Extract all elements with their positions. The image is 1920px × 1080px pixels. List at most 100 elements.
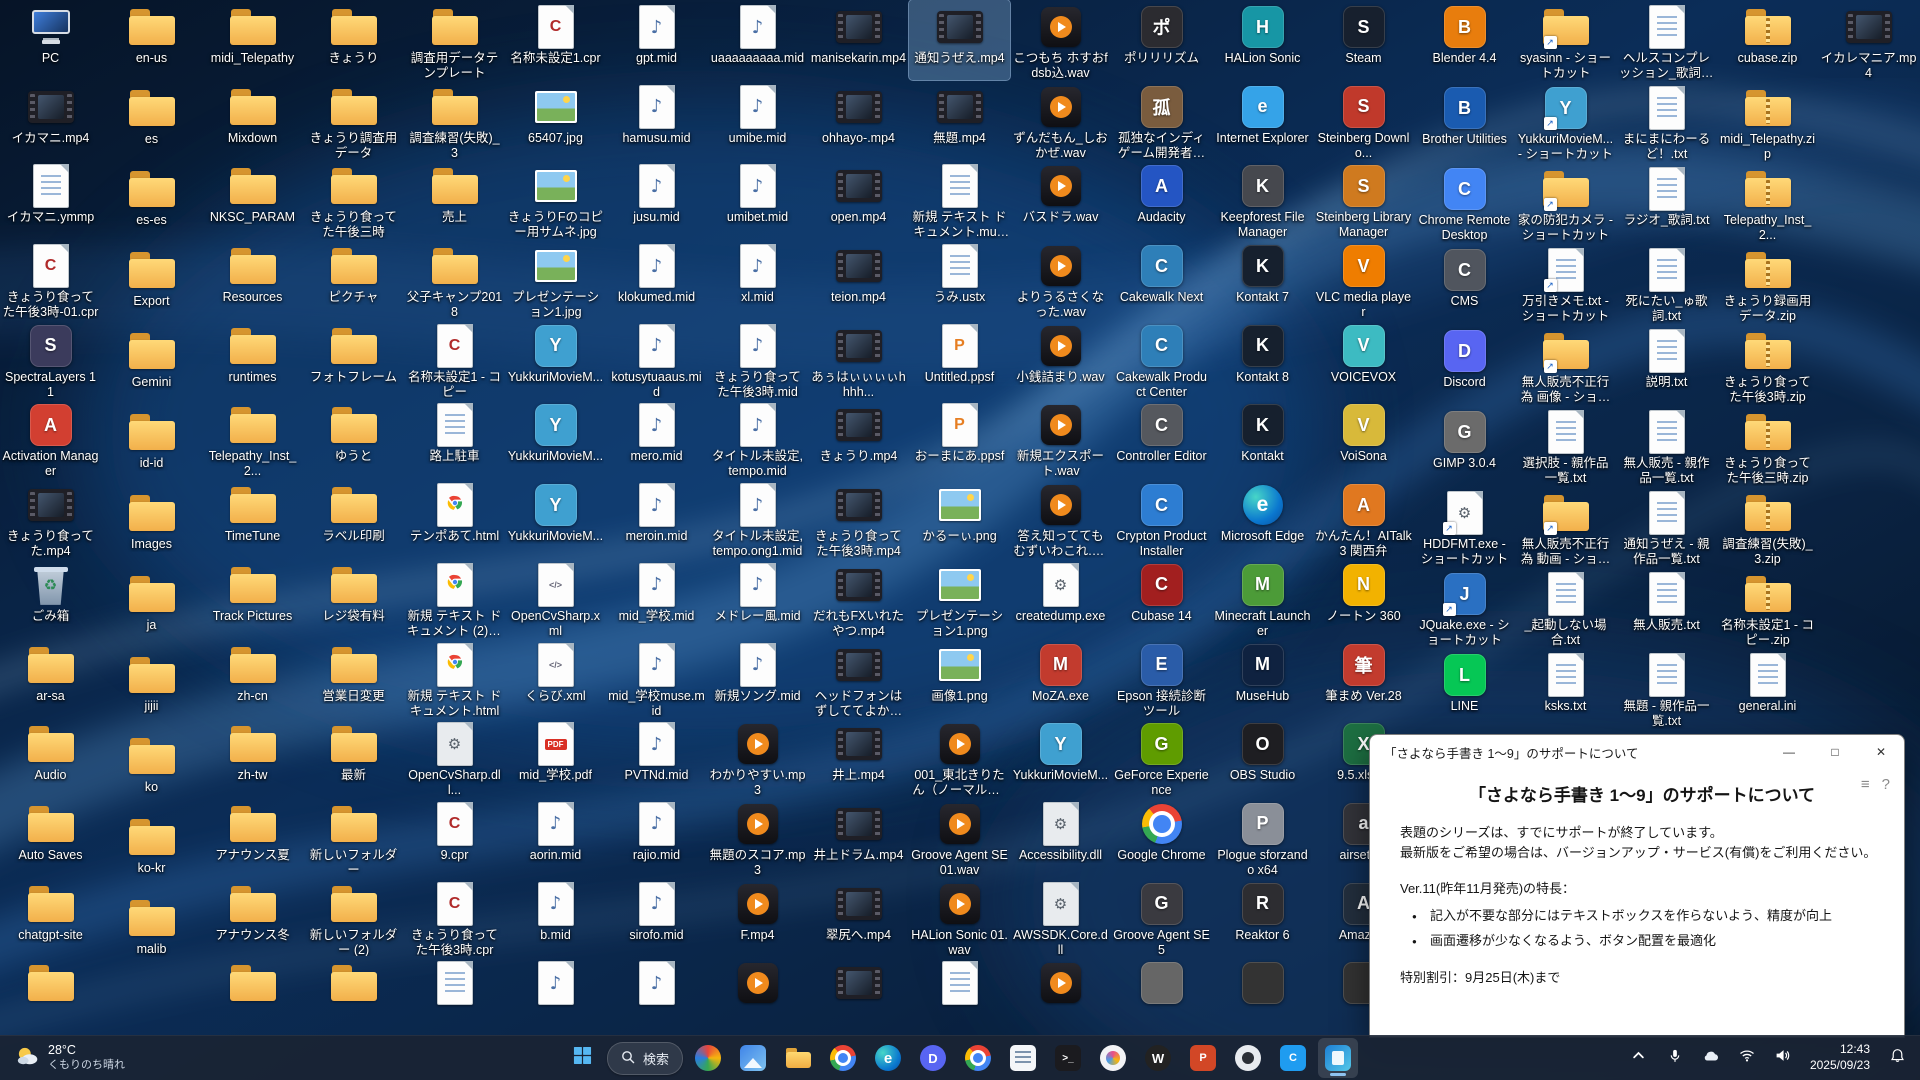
desktop-icon[interactable]: ♪gpt.mid bbox=[606, 0, 707, 80]
desktop-icon[interactable]: ko bbox=[101, 729, 202, 810]
desktop-icon[interactable] bbox=[707, 956, 808, 1036]
desktop-icon[interactable]: zh-cn bbox=[202, 638, 303, 718]
desktop-icon[interactable]: RReaktor 6 bbox=[1212, 877, 1313, 957]
desktop-icon[interactable]: chatgpt-site bbox=[0, 877, 101, 957]
desktop-icon[interactable]: きょうり食ってた午後三時.zip bbox=[1717, 405, 1818, 486]
desktop-icon[interactable]: jijii bbox=[101, 648, 202, 729]
desktop-icon[interactable]: KKontakt 7 bbox=[1212, 239, 1313, 319]
desktop-icon[interactable]: Gemini bbox=[101, 324, 202, 405]
desktop-icon[interactable]: TimeTune bbox=[202, 478, 303, 558]
desktop-icon[interactable] bbox=[909, 956, 1010, 1036]
desktop-icon[interactable]: BBrother Utilities bbox=[1414, 81, 1515, 162]
desktop-icon[interactable]: きょうりFのコピー用サムネ.jpg bbox=[505, 159, 606, 239]
desktop-icon[interactable]: あぅはぃぃぃぃhhhh... bbox=[808, 319, 909, 399]
desktop-icon[interactable]: MMoZA.exe bbox=[1010, 638, 1111, 718]
desktop-icon[interactable]: うみ.ustx bbox=[909, 239, 1010, 319]
desktop-icon[interactable]: PUntitled.ppsf bbox=[909, 319, 1010, 399]
desktop-icon[interactable]: NKSC_PARAM bbox=[202, 159, 303, 239]
taskbar-app-obs[interactable] bbox=[1228, 1038, 1268, 1078]
taskbar-app-dark-app[interactable]: W bbox=[1138, 1038, 1178, 1078]
desktop-icon[interactable]: eInternet Explorer bbox=[1212, 80, 1313, 160]
desktop-icon[interactable]: 答え知っててもむずいわこれ.wav bbox=[1010, 478, 1111, 558]
desktop-icon[interactable]: ♪aorin.mid bbox=[505, 797, 606, 877]
desktop-icon[interactable]: GGroove Agent SE 5 bbox=[1111, 877, 1212, 957]
desktop-icon[interactable]: C名称未設定1 - コピー bbox=[404, 319, 505, 399]
desktop-icon[interactable] bbox=[404, 956, 505, 1036]
desktop-icon[interactable]: HALion Sonic 01.wav bbox=[909, 877, 1010, 957]
desktop-icon[interactable]: C9.cpr bbox=[404, 797, 505, 877]
desktop-icon[interactable]: ⚙AWSSDK.Core.dll bbox=[1010, 877, 1111, 957]
desktop-icon[interactable]: CCrypton Product Installer bbox=[1111, 478, 1212, 558]
desktop-icon[interactable]: ♪jusu.mid bbox=[606, 159, 707, 239]
desktop-icon[interactable]: きょうり調査用データ bbox=[303, 80, 404, 160]
desktop-icon[interactable]: かるーぃ.png bbox=[909, 478, 1010, 558]
desktop-icon[interactable]: ラジオ_歌詞.txt bbox=[1616, 162, 1717, 243]
desktop-icon[interactable]: プレゼンテーション1.jpg bbox=[505, 239, 606, 319]
desktop-icon[interactable]: Resources bbox=[202, 239, 303, 319]
help-icon[interactable]: ? bbox=[1882, 773, 1890, 796]
desktop-icon[interactable]: _起動しない場合.txt bbox=[1515, 567, 1616, 648]
desktop-icon[interactable]: ♪タイトル未設定, tempo.mid bbox=[707, 398, 808, 478]
desktop-icon[interactable]: </>OpenCvSharp.xml bbox=[505, 558, 606, 638]
dialog-titlebar[interactable]: 「さよなら手書き 1～9」のサポートについて — □ ✕ bbox=[1370, 735, 1904, 769]
desktop-icon[interactable]: 無人販売.txt bbox=[1616, 567, 1717, 648]
desktop-icon[interactable]: 無人販売 - 親作品一覧.txt bbox=[1616, 405, 1717, 486]
desktop-icon[interactable]: ラベル印刷 bbox=[303, 478, 404, 558]
desktop-icon[interactable]: プレゼンテーション1.png bbox=[909, 558, 1010, 638]
taskbar-app-powerpoint[interactable]: P bbox=[1183, 1038, 1223, 1078]
desktop-icon[interactable]: よりうるさくなった.wav bbox=[1010, 239, 1111, 319]
desktop-icon[interactable]: 説明.txt bbox=[1616, 324, 1717, 405]
desktop-icon[interactable]: ⚙OpenCvSharp.dll... bbox=[404, 717, 505, 797]
taskbar-app-help-viewer[interactable] bbox=[1318, 1038, 1358, 1078]
desktop-icon[interactable]: GGeForce Experience bbox=[1111, 717, 1212, 797]
taskbar-app-browser[interactable] bbox=[958, 1038, 998, 1078]
desktop-icon[interactable]: 筆筆まめ Ver.28 bbox=[1313, 638, 1414, 718]
desktop-icon[interactable]: Pおーまにあ.ppsf bbox=[909, 398, 1010, 478]
desktop-icon[interactable]: ♪meroin.mid bbox=[606, 478, 707, 558]
desktop-icon[interactable]: ♪新規ソング.mid bbox=[707, 638, 808, 718]
mic-button[interactable] bbox=[1658, 1040, 1692, 1076]
desktop-icon[interactable]: ヘルスコンプレッション_歌詞.txt bbox=[1616, 0, 1717, 81]
desktop-icon[interactable]: ⚙↗HDDFMT.exe - ショートカット bbox=[1414, 486, 1515, 567]
desktop-icon[interactable]: ♪タイトル未設定, tempo.ong1.mid bbox=[707, 478, 808, 558]
desktop-icon[interactable]: まにまにわーるど！.txt bbox=[1616, 81, 1717, 162]
desktop-icon[interactable]: PC bbox=[0, 0, 101, 80]
desktop-icon[interactable]: ♪メドレー風.mid bbox=[707, 558, 808, 638]
desktop-icon[interactable]: 死にたい_ゅ歌詞.txt bbox=[1616, 243, 1717, 324]
taskbar-app-copilot[interactable] bbox=[688, 1038, 728, 1078]
desktop-icon[interactable]: Mixdown bbox=[202, 80, 303, 160]
desktop-icon[interactable]: ♪mid_学校muse.mid bbox=[606, 638, 707, 718]
desktop-icon[interactable]: Audio bbox=[0, 717, 101, 797]
desktop-icon[interactable]: BBlender 4.4 bbox=[1414, 0, 1515, 81]
desktop-icon[interactable]: VVOICEVOX bbox=[1313, 319, 1414, 399]
desktop-icon[interactable]: 新規 テキスト ドキュメント.html bbox=[404, 638, 505, 718]
desktop-icon[interactable]: Nノートン 360 bbox=[1313, 558, 1414, 638]
desktop-icon[interactable]: YYukkuriMovieM... bbox=[1010, 717, 1111, 797]
taskbar-app-chrome[interactable] bbox=[823, 1038, 863, 1078]
close-button[interactable]: ✕ bbox=[1858, 735, 1904, 769]
desktop-icon[interactable]: 孤孤独なインディゲーム開発者の一生 ... bbox=[1111, 80, 1212, 160]
desktop-icon[interactable]: ↗無人販売不正行為 動画 - ショートカット bbox=[1515, 486, 1616, 567]
desktop-icon[interactable]: CController Editor bbox=[1111, 398, 1212, 478]
desktop-icon[interactable]: こつもち ホすおfdsb込.wav bbox=[1010, 0, 1111, 80]
desktop-icon[interactable]: midi_Telepathy bbox=[202, 0, 303, 80]
taskbar-app-terminal[interactable]: >_ bbox=[1048, 1038, 1088, 1078]
desktop-icon[interactable]: ♪きょうり食ってた午後3時.mid bbox=[707, 319, 808, 399]
desktop-icon[interactable]: KKontakt bbox=[1212, 398, 1313, 478]
desktop-icon[interactable]: general.ini bbox=[1717, 648, 1818, 729]
desktop-icon[interactable]: ar-sa bbox=[0, 638, 101, 718]
desktop-icon[interactable]: SSteam bbox=[1313, 0, 1414, 80]
desktop-icon[interactable]: ⚙Accessibility.dll bbox=[1010, 797, 1111, 877]
desktop-icon[interactable]: ♪xl.mid bbox=[707, 239, 808, 319]
desktop-icon[interactable]: 調査練習(失敗)_3 bbox=[404, 80, 505, 160]
desktop-icon[interactable]: AActivation Manager bbox=[0, 398, 101, 478]
desktop-icon[interactable]: きょうり bbox=[303, 0, 404, 80]
desktop-icon[interactable]: 翠尻へ.mp4 bbox=[808, 877, 909, 957]
chevron-up-button[interactable] bbox=[1622, 1040, 1656, 1076]
desktop-icon[interactable]: CChrome Remote Desktop bbox=[1414, 162, 1515, 243]
desktop-icon[interactable]: EEpson 接続診断ツール bbox=[1111, 638, 1212, 718]
desktop-icon[interactable]: 通知うぜえ.mp4 bbox=[909, 0, 1010, 80]
desktop-icon[interactable]: 新しいフォルダー (2) bbox=[303, 877, 404, 957]
desktop-icon[interactable] bbox=[0, 956, 101, 1036]
wifi-button[interactable] bbox=[1730, 1040, 1764, 1076]
